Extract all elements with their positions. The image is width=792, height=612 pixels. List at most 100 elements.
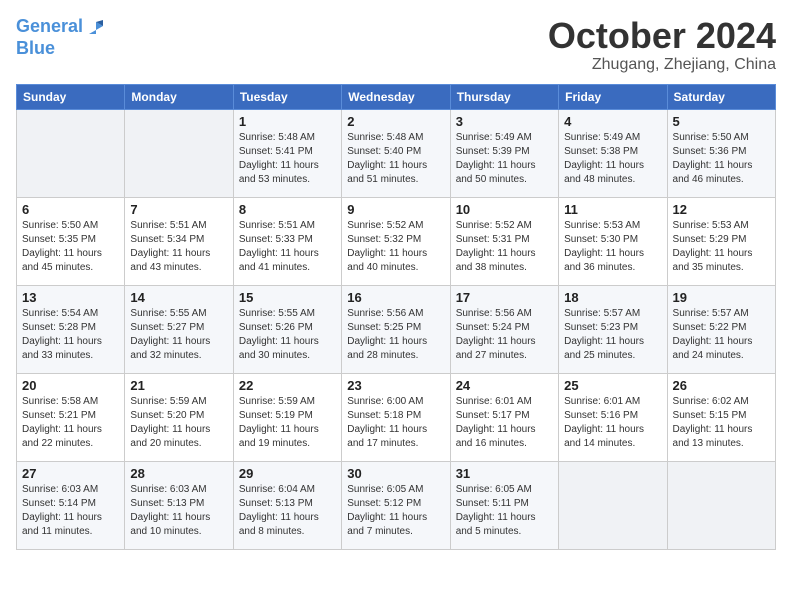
day-info: Sunrise: 5:57 AMSunset: 5:23 PMDaylight:… bbox=[564, 307, 661, 363]
calendar-cell: 18 Sunrise: 5:57 AMSunset: 5:23 PMDayligh… bbox=[559, 285, 667, 373]
day-number: 21 bbox=[130, 378, 227, 393]
calendar-cell: 12Sunrise: 5:53 AMSunset: 5:29 PMDayligh… bbox=[667, 197, 775, 285]
day-number: 20 bbox=[22, 378, 119, 393]
day-number: 24 bbox=[456, 378, 553, 393]
day-info: Sunrise: 5:52 AMSunset: 5:32 PMDaylight:… bbox=[347, 219, 444, 275]
day-info: Sunrise: 5:50 AMSunset: 5:35 PMDaylight:… bbox=[22, 219, 119, 275]
day-info: Sunrise: 6:03 AMSunset: 5:13 PMDaylight:… bbox=[130, 483, 227, 539]
calendar-cell: 30 Sunrise: 6:05 AMSunset: 5:12 PMDayligh… bbox=[342, 461, 450, 549]
calendar-cell: 14 Sunrise: 5:55 AMSunset: 5:27 PMDayligh… bbox=[125, 285, 233, 373]
calendar-cell: 11 Sunrise: 5:53 AMSunset: 5:30 PMDayligh… bbox=[559, 197, 667, 285]
day-number: 1 bbox=[239, 114, 336, 129]
day-number: 28 bbox=[130, 466, 227, 481]
day-info: Sunrise: 5:54 AMSunset: 5:28 PMDaylight:… bbox=[22, 307, 119, 363]
calendar-week-3: 13 Sunrise: 5:54 AMSunset: 5:28 PMDayligh… bbox=[17, 285, 776, 373]
day-info: Sunrise: 5:50 AMSunset: 5:36 PMDaylight:… bbox=[673, 131, 770, 187]
calendar-week-1: 1 Sunrise: 5:48 AMSunset: 5:41 PMDaylight… bbox=[17, 109, 776, 197]
day-number: 30 bbox=[347, 466, 444, 481]
day-number: 27 bbox=[22, 466, 119, 481]
calendar-cell: 5 Sunrise: 5:50 AMSunset: 5:36 PMDaylight… bbox=[667, 109, 775, 197]
calendar-cell: 13 Sunrise: 5:54 AMSunset: 5:28 PMDayligh… bbox=[17, 285, 125, 373]
day-number: 3 bbox=[456, 114, 553, 129]
calendar-cell: 2 Sunrise: 5:48 AMSunset: 5:40 PMDaylight… bbox=[342, 109, 450, 197]
day-info: Sunrise: 5:56 AMSunset: 5:24 PMDaylight:… bbox=[456, 307, 553, 363]
calendar-cell: 4Sunrise: 5:49 AMSunset: 5:38 PMDaylight… bbox=[559, 109, 667, 197]
day-number: 26 bbox=[673, 378, 770, 393]
day-info: Sunrise: 5:49 AMSunset: 5:39 PMDaylight:… bbox=[456, 131, 553, 187]
title-block: October 2024 Zhugang, Zhejiang, China bbox=[548, 16, 776, 74]
day-number: 5 bbox=[673, 114, 770, 129]
day-info: Sunrise: 6:00 AMSunset: 5:18 PMDaylight:… bbox=[347, 395, 444, 451]
calendar-cell: 3 Sunrise: 5:49 AMSunset: 5:39 PMDaylight… bbox=[450, 109, 558, 197]
calendar-cell: 17 Sunrise: 5:56 AMSunset: 5:24 PMDayligh… bbox=[450, 285, 558, 373]
day-info: Sunrise: 6:02 AMSunset: 5:15 PMDaylight:… bbox=[673, 395, 770, 451]
calendar-cell: 1 Sunrise: 5:48 AMSunset: 5:41 PMDaylight… bbox=[233, 109, 341, 197]
day-info: Sunrise: 5:59 AMSunset: 5:19 PMDaylight:… bbox=[239, 395, 336, 451]
day-info: Sunrise: 5:58 AMSunset: 5:21 PMDaylight:… bbox=[22, 395, 119, 451]
calendar-cell: 29Sunrise: 6:04 AMSunset: 5:13 PMDayligh… bbox=[233, 461, 341, 549]
day-info: Sunrise: 5:48 AMSunset: 5:41 PMDaylight:… bbox=[239, 131, 336, 187]
day-number: 7 bbox=[130, 202, 227, 217]
day-info: Sunrise: 5:51 AMSunset: 5:34 PMDaylight:… bbox=[130, 219, 227, 275]
day-number: 16 bbox=[347, 290, 444, 305]
calendar-cell: 24 Sunrise: 6:01 AMSunset: 5:17 PMDayligh… bbox=[450, 373, 558, 461]
day-number: 6 bbox=[22, 202, 119, 217]
location: Zhugang, Zhejiang, China bbox=[548, 56, 776, 74]
logo-blue: Blue bbox=[16, 38, 107, 59]
day-info: Sunrise: 5:57 AMSunset: 5:22 PMDaylight:… bbox=[673, 307, 770, 363]
calendar-cell bbox=[125, 109, 233, 197]
calendar-week-4: 20 Sunrise: 5:58 AMSunset: 5:21 PMDayligh… bbox=[17, 373, 776, 461]
day-number: 11 bbox=[564, 202, 661, 217]
day-number: 2 bbox=[347, 114, 444, 129]
calendar-cell: 22Sunrise: 5:59 AMSunset: 5:19 PMDayligh… bbox=[233, 373, 341, 461]
calendar-cell: 9Sunrise: 5:52 AMSunset: 5:32 PMDaylight… bbox=[342, 197, 450, 285]
month-title: October 2024 bbox=[548, 16, 776, 56]
weekday-header-saturday: Saturday bbox=[667, 84, 775, 109]
calendar-cell: 27 Sunrise: 6:03 AMSunset: 5:14 PMDayligh… bbox=[17, 461, 125, 549]
day-info: Sunrise: 5:56 AMSunset: 5:25 PMDaylight:… bbox=[347, 307, 444, 363]
day-number: 10 bbox=[456, 202, 553, 217]
day-number: 13 bbox=[22, 290, 119, 305]
calendar-cell: 16 Sunrise: 5:56 AMSunset: 5:25 PMDayligh… bbox=[342, 285, 450, 373]
calendar-cell: 28 Sunrise: 6:03 AMSunset: 5:13 PMDayligh… bbox=[125, 461, 233, 549]
day-number: 19 bbox=[673, 290, 770, 305]
day-info: Sunrise: 6:05 AMSunset: 5:11 PMDaylight:… bbox=[456, 483, 553, 539]
day-info: Sunrise: 5:53 AMSunset: 5:30 PMDaylight:… bbox=[564, 219, 661, 275]
calendar-cell: 15 Sunrise: 5:55 AMSunset: 5:26 PMDayligh… bbox=[233, 285, 341, 373]
day-info: Sunrise: 5:55 AMSunset: 5:27 PMDaylight:… bbox=[130, 307, 227, 363]
calendar-cell: 21Sunrise: 5:59 AMSunset: 5:20 PMDayligh… bbox=[125, 373, 233, 461]
day-info: Sunrise: 6:05 AMSunset: 5:12 PMDaylight:… bbox=[347, 483, 444, 539]
day-info: Sunrise: 5:55 AMSunset: 5:26 PMDaylight:… bbox=[239, 307, 336, 363]
calendar-cell bbox=[17, 109, 125, 197]
calendar-cell: 23 Sunrise: 6:00 AMSunset: 5:18 PMDayligh… bbox=[342, 373, 450, 461]
day-number: 18 bbox=[564, 290, 661, 305]
day-info: Sunrise: 6:03 AMSunset: 5:14 PMDaylight:… bbox=[22, 483, 119, 539]
calendar-cell: 20 Sunrise: 5:58 AMSunset: 5:21 PMDayligh… bbox=[17, 373, 125, 461]
calendar-cell: 26 Sunrise: 6:02 AMSunset: 5:15 PMDayligh… bbox=[667, 373, 775, 461]
day-info: Sunrise: 5:48 AMSunset: 5:40 PMDaylight:… bbox=[347, 131, 444, 187]
weekday-header-friday: Friday bbox=[559, 84, 667, 109]
logo-text: General bbox=[16, 17, 83, 37]
weekday-header-thursday: Thursday bbox=[450, 84, 558, 109]
weekday-header-sunday: Sunday bbox=[17, 84, 125, 109]
weekday-header-tuesday: Tuesday bbox=[233, 84, 341, 109]
day-info: Sunrise: 6:01 AMSunset: 5:17 PMDaylight:… bbox=[456, 395, 553, 451]
calendar-cell: 8Sunrise: 5:51 AMSunset: 5:33 PMDaylight… bbox=[233, 197, 341, 285]
logo-icon bbox=[85, 16, 107, 38]
calendar-week-2: 6 Sunrise: 5:50 AMSunset: 5:35 PMDaylight… bbox=[17, 197, 776, 285]
day-number: 31 bbox=[456, 466, 553, 481]
day-info: Sunrise: 5:51 AMSunset: 5:33 PMDaylight:… bbox=[239, 219, 336, 275]
day-number: 14 bbox=[130, 290, 227, 305]
day-number: 29 bbox=[239, 466, 336, 481]
day-number: 4 bbox=[564, 114, 661, 129]
weekday-header-monday: Monday bbox=[125, 84, 233, 109]
calendar-cell: 7 Sunrise: 5:51 AMSunset: 5:34 PMDaylight… bbox=[125, 197, 233, 285]
calendar-cell: 6 Sunrise: 5:50 AMSunset: 5:35 PMDaylight… bbox=[17, 197, 125, 285]
day-number: 15 bbox=[239, 290, 336, 305]
day-number: 17 bbox=[456, 290, 553, 305]
day-number: 23 bbox=[347, 378, 444, 393]
weekday-header-wednesday: Wednesday bbox=[342, 84, 450, 109]
day-info: Sunrise: 5:52 AMSunset: 5:31 PMDaylight:… bbox=[456, 219, 553, 275]
calendar: SundayMondayTuesdayWednesdayThursdayFrid… bbox=[16, 84, 776, 550]
day-number: 12 bbox=[673, 202, 770, 217]
